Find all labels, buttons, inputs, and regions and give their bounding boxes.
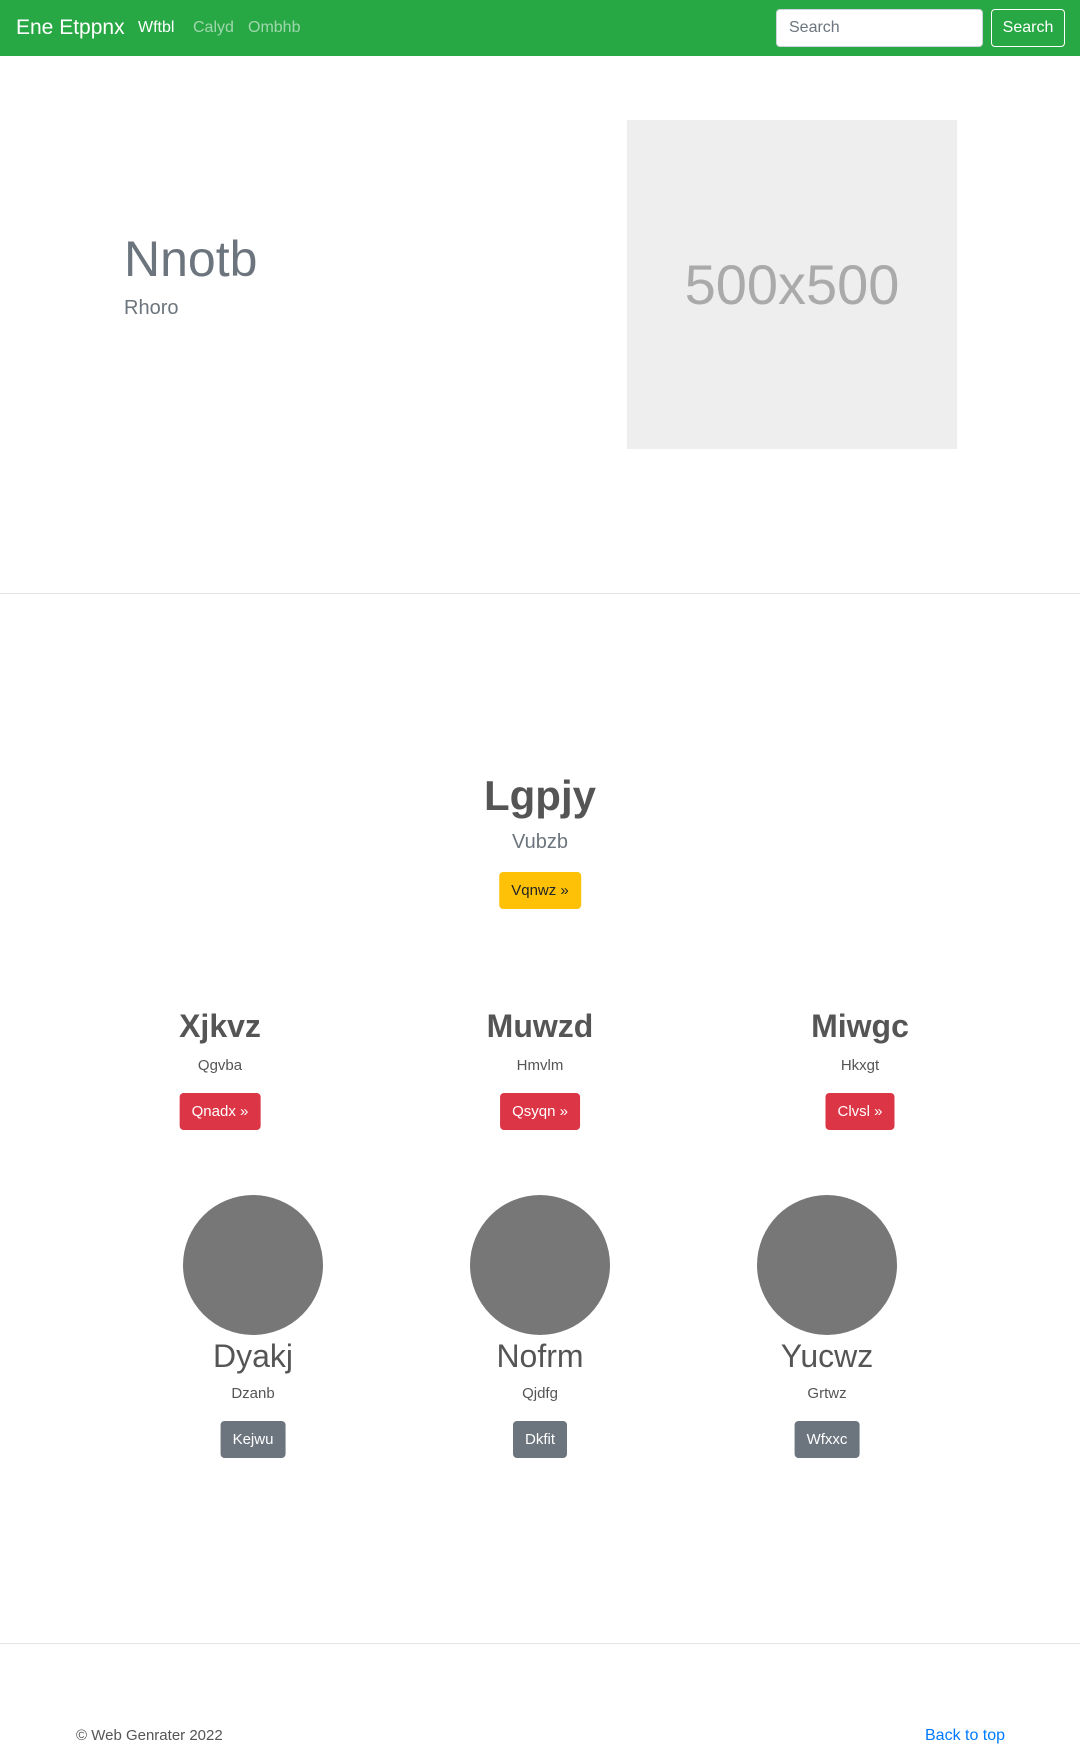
nav-link-calyd[interactable]: Calyd xyxy=(193,17,234,39)
navbar: Ene Etppnx Wftbl Calyd Ombhb Search xyxy=(0,0,1080,56)
divider xyxy=(0,1643,1080,1644)
avatar-placeholder xyxy=(470,1195,610,1335)
hero-subtitle: Rhoro xyxy=(124,297,179,319)
profile-subtitle: Qjdfg xyxy=(522,1385,558,1402)
column-title: Xjkvz xyxy=(179,1008,261,1044)
search-input[interactable] xyxy=(776,9,983,47)
profile-button[interactable]: Kejwu xyxy=(220,1421,286,1458)
feature-subtitle: Vubzb xyxy=(512,831,568,853)
nav-link-ombhb[interactable]: Ombhb xyxy=(248,17,300,39)
placeholder-image-label: 500x500 xyxy=(684,253,900,316)
profile-name: Nofrm xyxy=(496,1338,584,1374)
avatar-placeholder xyxy=(757,1195,897,1335)
column-subtitle: Qgvba xyxy=(197,1057,243,1074)
avatar-placeholder xyxy=(183,1195,323,1335)
profile-subtitle: Grtwz xyxy=(807,1385,847,1402)
feature-title: Lgpjy xyxy=(484,772,596,819)
column-subtitle: Hkxgt xyxy=(840,1057,880,1074)
profile-subtitle: Dzanb xyxy=(231,1385,275,1402)
column-title: Muwzd xyxy=(486,1008,594,1044)
back-to-top-link[interactable]: Back to top xyxy=(925,1726,1005,1746)
hero-title: Nnotb xyxy=(124,231,258,287)
profile-button[interactable]: Dkfit xyxy=(513,1421,567,1458)
footer-copyright: © Web Genrater 2022 xyxy=(76,1727,223,1744)
profile-button[interactable]: Wfxxc xyxy=(794,1421,860,1458)
column-subtitle: Hmvlm xyxy=(516,1057,564,1074)
column-button[interactable]: Clvsl » xyxy=(825,1093,895,1130)
profile-name: Yucwz xyxy=(780,1338,874,1374)
brand-link[interactable]: Ene Etppnx xyxy=(16,14,125,42)
divider xyxy=(0,593,1080,594)
column-button[interactable]: Qsyqn » xyxy=(500,1093,580,1130)
hero-placeholder-image: 500x500 xyxy=(627,120,957,449)
feature-button[interactable]: Vqnwz » xyxy=(499,872,581,909)
column-button[interactable]: Qnadx » xyxy=(179,1093,261,1130)
nav-link-wftbl[interactable]: Wftbl xyxy=(138,17,174,39)
profile-name: Dyakj xyxy=(212,1338,294,1374)
column-title: Miwgc xyxy=(811,1008,909,1044)
search-button[interactable]: Search xyxy=(991,9,1065,47)
